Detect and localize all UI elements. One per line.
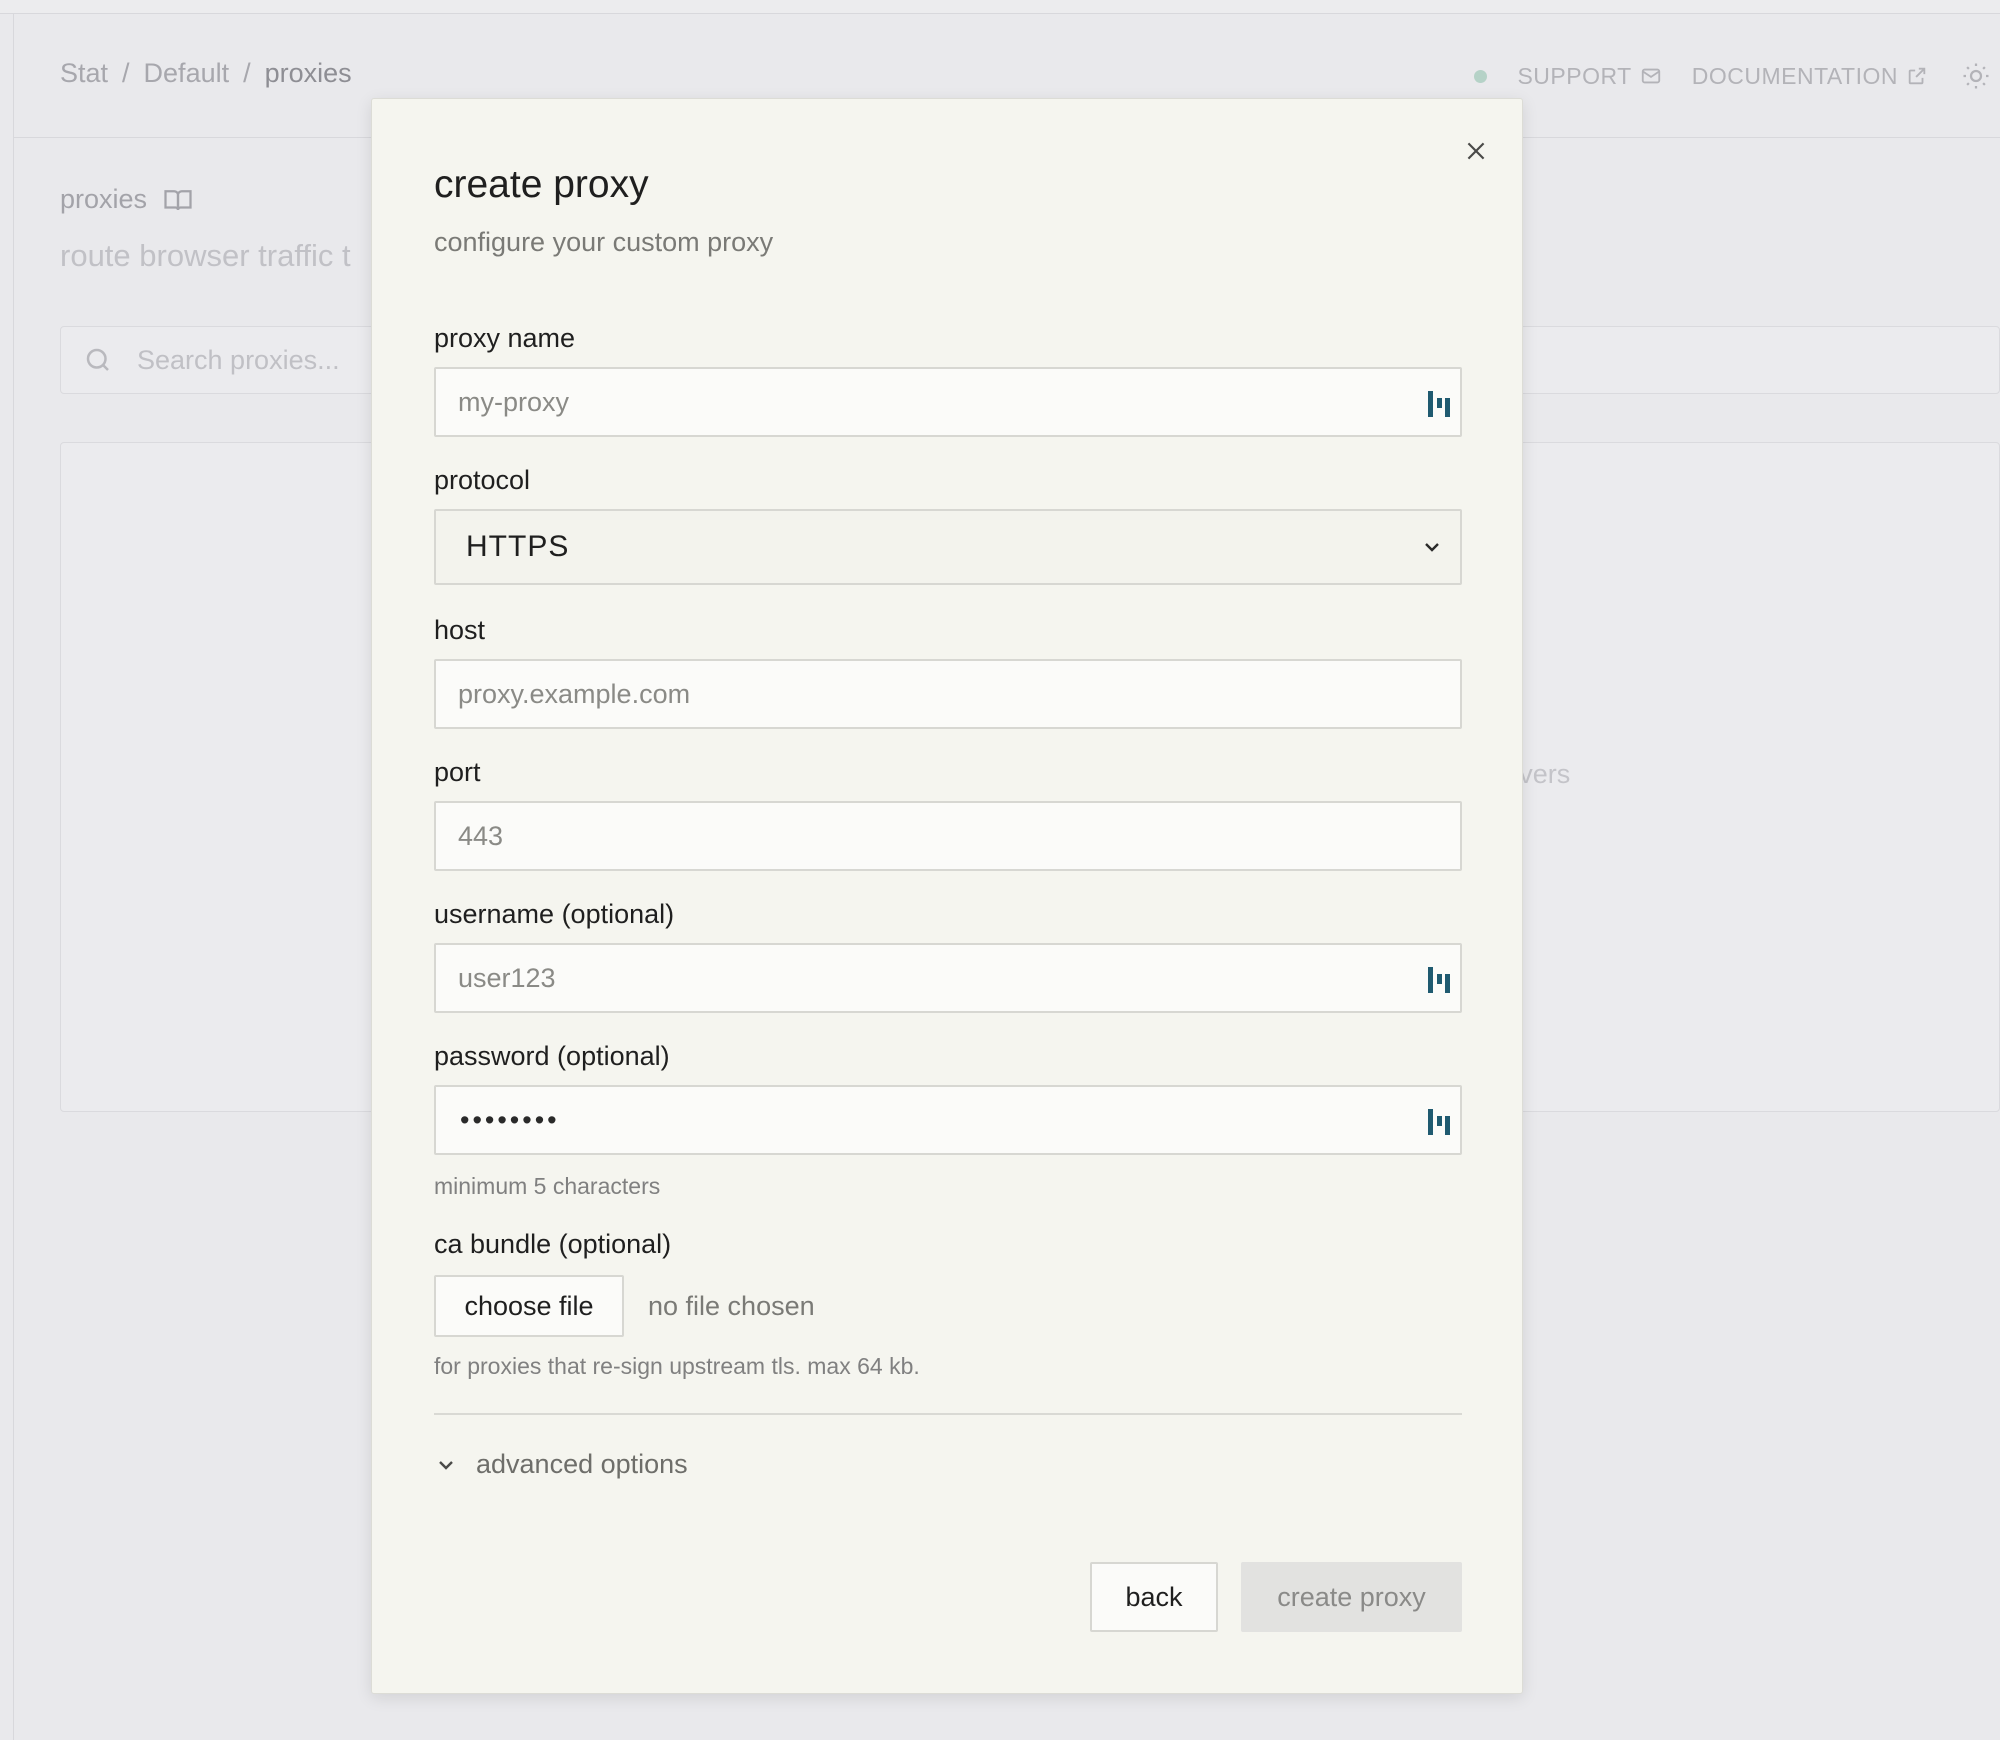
ca-bundle-label: ca bundle (optional) bbox=[434, 1229, 672, 1259]
documentation-link[interactable]: DOCUMENTATION bbox=[1692, 63, 1928, 90]
port-field bbox=[434, 801, 1462, 871]
divider bbox=[434, 1413, 1462, 1415]
file-status: no file chosen bbox=[648, 1290, 815, 1321]
modal-subtitle: configure your custom proxy bbox=[434, 227, 774, 257]
breadcrumb-separator: / bbox=[243, 58, 251, 88]
advanced-options-label: advanced options bbox=[476, 1449, 688, 1479]
username-field bbox=[434, 943, 1462, 1013]
host-label: host bbox=[434, 615, 486, 645]
page-subtitle: route browser traffic t bbox=[60, 238, 351, 273]
app-side-border bbox=[13, 14, 14, 1740]
create-proxy-modal: create proxy configure your custom proxy… bbox=[371, 98, 1523, 1694]
password-manager-icon[interactable] bbox=[1426, 965, 1452, 995]
breadcrumb: Stat / Default / proxies bbox=[60, 58, 352, 89]
proxy-name-input[interactable] bbox=[436, 369, 1376, 435]
username-input[interactable] bbox=[436, 945, 1376, 1011]
proxy-name-label: proxy name bbox=[434, 323, 576, 353]
protocol-select[interactable]: HTTPS bbox=[434, 509, 1462, 585]
choose-file-button[interactable]: choose file bbox=[434, 1275, 624, 1337]
book-icon[interactable] bbox=[163, 185, 193, 215]
create-proxy-button[interactable]: create proxy bbox=[1241, 1562, 1462, 1632]
breadcrumb-item-current: proxies bbox=[264, 58, 352, 88]
back-button[interactable]: back bbox=[1090, 1562, 1218, 1632]
port-input[interactable] bbox=[436, 803, 1376, 869]
protocol-label: protocol bbox=[434, 465, 531, 495]
close-icon bbox=[1467, 142, 1485, 160]
mail-icon bbox=[1641, 68, 1660, 84]
support-label: SUPPORT bbox=[1517, 62, 1632, 89]
ca-bundle-file-input: choose file no file chosen bbox=[434, 1275, 815, 1337]
protocol-selected-value: HTTPS bbox=[466, 530, 570, 563]
password-field[interactable]: •••••••• bbox=[434, 1085, 1462, 1155]
page-title: proxies bbox=[60, 184, 193, 215]
search-icon bbox=[86, 348, 109, 371]
page-title-text: proxies bbox=[60, 184, 148, 214]
external-link-icon bbox=[1908, 67, 1926, 85]
proxy-name-field bbox=[434, 367, 1462, 437]
breadcrumb-separator: / bbox=[122, 58, 130, 88]
password-manager-icon[interactable] bbox=[1426, 389, 1452, 419]
sun-icon bbox=[1963, 63, 1989, 89]
header-actions: SUPPORT DOCUMENTATION bbox=[1474, 58, 2000, 94]
advanced-options-toggle[interactable]: advanced options bbox=[434, 1449, 688, 1480]
port-label: port bbox=[434, 757, 481, 787]
chevron-down-icon bbox=[439, 1460, 453, 1470]
ca-bundle-hint: for proxies that re-sign upstream tls. m… bbox=[434, 1353, 920, 1379]
status-indicator bbox=[1474, 69, 1488, 83]
support-link[interactable]: SUPPORT bbox=[1517, 63, 1661, 90]
password-label: password (optional) bbox=[434, 1041, 670, 1071]
chevron-down-icon bbox=[1425, 543, 1439, 552]
modal-title: create proxy bbox=[434, 163, 649, 206]
documentation-label: DOCUMENTATION bbox=[1691, 62, 1898, 89]
breadcrumb-item-org[interactable]: Stat bbox=[60, 58, 108, 89]
host-field bbox=[434, 659, 1462, 729]
close-button[interactable] bbox=[1458, 133, 1494, 169]
password-hint: minimum 5 characters bbox=[434, 1173, 661, 1199]
password-manager-icon[interactable] bbox=[1426, 1107, 1452, 1137]
app-top-border bbox=[0, 0, 2000, 14]
password-masked-value: •••••••• bbox=[460, 1104, 560, 1135]
username-label: username (optional) bbox=[434, 899, 675, 929]
breadcrumb-item-project[interactable]: Default bbox=[144, 58, 230, 89]
theme-toggle-button[interactable] bbox=[1958, 58, 1994, 94]
host-input[interactable] bbox=[436, 661, 1376, 727]
